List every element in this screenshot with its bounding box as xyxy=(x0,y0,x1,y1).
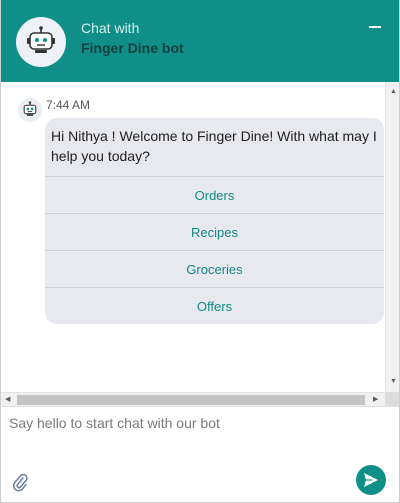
vertical-scrollbar[interactable]: ▲ ▼ xyxy=(385,82,399,392)
horizontal-scroll-thumb[interactable] xyxy=(17,395,365,405)
quick-reply-groceries[interactable]: Groceries xyxy=(45,250,384,287)
bot-message-text: Hi Nithya ! Welcome to Finger Dine! With… xyxy=(51,128,377,164)
message-avatar xyxy=(18,98,42,122)
scroll-down-icon[interactable]: ▼ xyxy=(390,378,397,386)
message-input[interactable] xyxy=(1,407,399,461)
bot-message-bubble: Hi Nithya ! Welcome to Finger Dine! With… xyxy=(45,118,384,324)
horizontal-scrollbar[interactable]: ◀ ▶ xyxy=(1,392,385,406)
attach-button[interactable] xyxy=(11,473,29,493)
scroll-right-icon[interactable]: ▶ xyxy=(373,395,378,404)
chat-widget: Chat with Finger Dine bot 7:44 AM Hi Nit… xyxy=(0,0,400,503)
quick-reply-recipes[interactable]: Recipes xyxy=(45,213,384,250)
minimize-icon xyxy=(369,26,381,28)
robot-icon xyxy=(23,101,37,116)
robot-icon xyxy=(27,26,55,53)
bot-name: Finger Dine bot xyxy=(81,40,184,56)
composer xyxy=(1,406,399,502)
scrollbar-corner xyxy=(385,392,399,406)
header-subtitle: Chat with xyxy=(81,20,140,36)
bot-avatar xyxy=(16,17,66,67)
minimize-button[interactable] xyxy=(367,8,395,30)
conversation-pane[interactable]: 7:44 AM Hi Nithya ! Welcome to Finger Di… xyxy=(1,82,385,392)
scroll-up-icon[interactable]: ▲ xyxy=(390,88,397,96)
header-title: Chat with Finger Dine bot xyxy=(81,20,184,58)
chat-header: Chat with Finger Dine bot xyxy=(1,0,399,82)
send-icon xyxy=(364,473,378,487)
paperclip-icon xyxy=(12,473,28,492)
quick-reply-offers[interactable]: Offers xyxy=(45,287,384,324)
quick-reply-orders[interactable]: Orders xyxy=(45,176,384,213)
send-button[interactable] xyxy=(356,465,386,495)
message-timestamp: 7:44 AM xyxy=(46,98,91,112)
scroll-left-icon[interactable]: ◀ xyxy=(5,395,10,404)
